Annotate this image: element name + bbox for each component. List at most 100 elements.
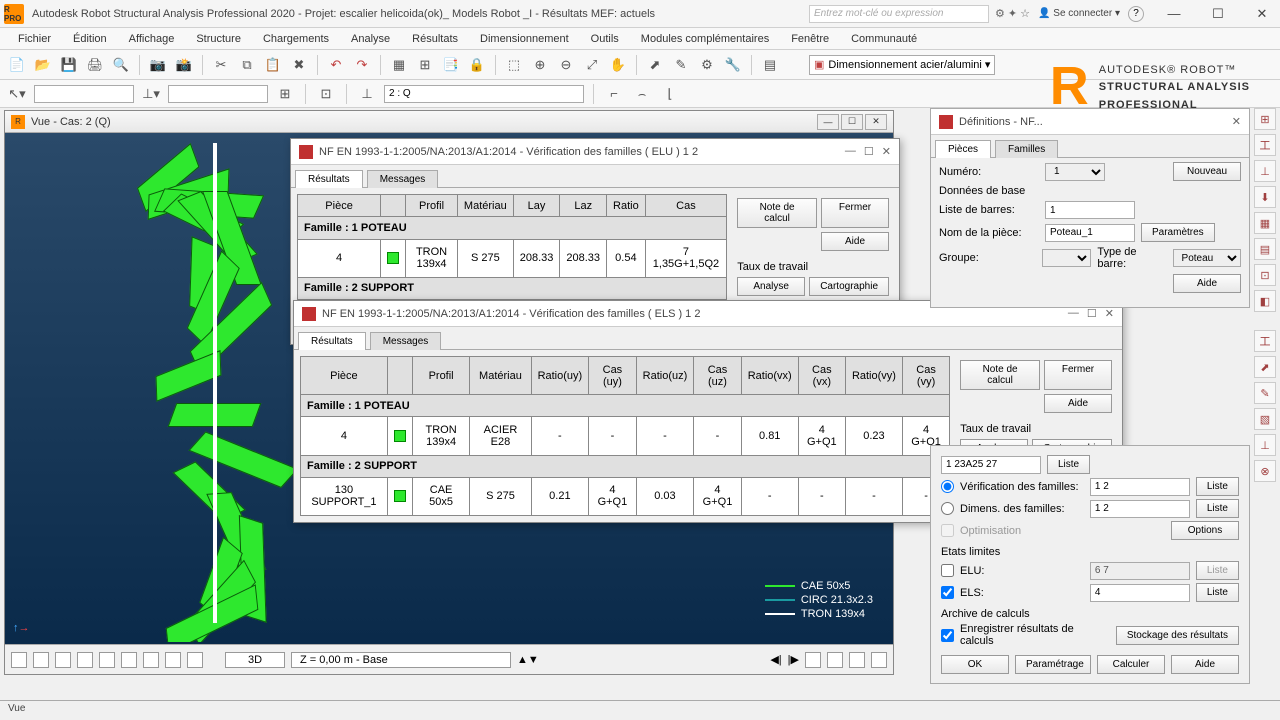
tab-results[interactable]: Résultats <box>298 332 366 350</box>
node-icon[interactable]: ⊥▾ <box>140 83 162 105</box>
layout-combo[interactable]: ▣Dimensionnement acier/alumini ▾ <box>809 55 995 75</box>
menu-design[interactable]: Dimensionnement <box>470 31 579 47</box>
view-mode[interactable]: 3D <box>225 652 285 668</box>
nouveau-button[interactable]: Nouveau <box>1173 162 1241 181</box>
delete-icon[interactable]: ✖ <box>288 54 310 76</box>
vp-tool-icon[interactable] <box>77 652 93 668</box>
select-icon[interactable]: ⬈ <box>644 54 666 76</box>
col-ruy[interactable]: Ratio(uy) <box>531 357 589 395</box>
rt-icon[interactable]: 工 <box>1254 134 1276 156</box>
viewport-close-button[interactable]: ✕ <box>865 114 887 130</box>
vp-tool-icon[interactable] <box>165 652 181 668</box>
col-cvx[interactable]: Cas (vx) <box>798 357 845 395</box>
pan-icon[interactable]: ✋ <box>607 54 629 76</box>
camera-icon[interactable]: 📸 <box>173 54 195 76</box>
report-icon[interactable]: 📑 <box>440 54 462 76</box>
maximize-button[interactable]: ☐ <box>1204 6 1232 22</box>
wrench-icon[interactable]: 🔧 <box>722 54 744 76</box>
dlg-max-icon[interactable]: ☐ <box>864 145 874 158</box>
paste-icon[interactable]: 📋 <box>262 54 284 76</box>
options-button[interactable]: Options <box>1171 521 1239 540</box>
menu-view[interactable]: Affichage <box>119 31 185 47</box>
vp-tool-icon[interactable] <box>187 652 203 668</box>
col-rvx[interactable]: Ratio(vx) <box>741 357 798 395</box>
menu-file[interactable]: Fichier <box>8 31 61 47</box>
rt-icon[interactable]: ⊥ <box>1254 434 1276 456</box>
col-cuy[interactable]: Cas (uy) <box>589 357 636 395</box>
dlg-min-icon[interactable]: — <box>1068 307 1079 320</box>
section-icon[interactable]: ⊡ <box>315 83 337 105</box>
print-icon[interactable]: 🖨 <box>84 54 106 76</box>
load-icon[interactable]: ⊥ <box>356 83 378 105</box>
groupe-select[interactable] <box>1042 249 1091 267</box>
type-select[interactable]: Poteau <box>1173 249 1241 267</box>
cursor-icon[interactable]: ↖▾ <box>6 83 28 105</box>
aide-button[interactable]: Aide <box>821 232 889 251</box>
elu-titlebar[interactable]: NF EN 1993-1-1:2005/NA:2013/A1:2014 - Vé… <box>291 139 899 165</box>
col-profil[interactable]: Profil <box>412 357 470 395</box>
rt-icon[interactable]: ⊥ <box>1254 160 1276 182</box>
tab-results[interactable]: Résultats <box>295 170 363 188</box>
dlg-close-icon[interactable]: ✕ <box>882 145 891 158</box>
screenshot-icon[interactable]: 📷 <box>147 54 169 76</box>
signin-button[interactable]: 👤 Se connecter ▾ <box>1038 8 1120 19</box>
menu-tools[interactable]: Outils <box>581 31 629 47</box>
table-row[interactable]: 130 SUPPORT_1 CAE 50x5S 275 0.214 G+Q1 0… <box>301 477 950 515</box>
elu-checkbox[interactable] <box>941 564 954 577</box>
select-nodes-input[interactable] <box>168 85 268 103</box>
rt-icon[interactable]: ⬈ <box>1254 356 1276 378</box>
verif-input[interactable] <box>1090 478 1190 496</box>
z-level[interactable]: Z = 0,00 m - Base <box>291 652 511 668</box>
scroll-right-icon[interactable]: |▶ <box>788 653 799 666</box>
zoom-window-icon[interactable]: ⬚ <box>503 54 525 76</box>
col-materiau[interactable]: Matériau <box>457 195 513 217</box>
col-ruz[interactable]: Ratio(uz) <box>636 357 694 395</box>
aide-button[interactable]: Aide <box>1173 274 1241 293</box>
menu-window[interactable]: Fenêtre <box>781 31 839 47</box>
vp-tool-icon[interactable] <box>143 652 159 668</box>
liste-button[interactable]: Liste <box>1196 583 1239 602</box>
lock-icon[interactable]: 🔒 <box>466 54 488 76</box>
numero-select[interactable]: 1 <box>1045 163 1105 181</box>
rt-icon[interactable]: ⊗ <box>1254 460 1276 482</box>
table-row[interactable]: 4 TRON 139x4S 275 208.33208.33 0.547 1,3… <box>298 239 727 277</box>
select-bars-input[interactable] <box>34 85 134 103</box>
viewport-max-button[interactable]: ☐ <box>841 114 863 130</box>
open-icon[interactable]: 📂 <box>32 54 54 76</box>
els-input[interactable] <box>1090 584 1190 602</box>
menu-structure[interactable]: Structure <box>186 31 251 47</box>
rt-icon[interactable]: 工 <box>1254 330 1276 352</box>
tab-messages[interactable]: Messages <box>367 170 439 188</box>
viewport-min-button[interactable]: — <box>817 114 839 130</box>
zoom-in-icon[interactable]: ⊕ <box>529 54 551 76</box>
menu-loadings[interactable]: Chargements <box>253 31 339 47</box>
col-profil[interactable]: Profil <box>406 195 458 217</box>
fermer-button[interactable]: Fermer <box>1044 360 1112 390</box>
tab-messages[interactable]: Messages <box>370 332 442 350</box>
col-materiau[interactable]: Matériau <box>470 357 531 395</box>
tab-familles[interactable]: Familles <box>995 140 1058 158</box>
col-lay[interactable]: Lay <box>513 195 560 217</box>
minimize-button[interactable]: — <box>1160 6 1188 22</box>
liste-button[interactable]: Liste <box>1196 477 1239 496</box>
defl-icon[interactable]: ⌐ <box>603 83 625 105</box>
rt-icon[interactable]: ⊞ <box>1254 108 1276 130</box>
menu-results[interactable]: Résultats <box>402 31 468 47</box>
rt-icon[interactable]: ▦ <box>1254 212 1276 234</box>
redo-icon[interactable]: ↷ <box>351 54 373 76</box>
note-button[interactable]: Note de calcul <box>737 198 817 228</box>
analyse-button[interactable]: Analyse <box>737 277 805 296</box>
col-piece[interactable]: Pièce <box>298 195 381 217</box>
table-icon[interactable]: ⊞ <box>414 54 436 76</box>
dlg-max-icon[interactable]: ☐ <box>1087 307 1097 320</box>
vp-tool-icon[interactable] <box>849 652 865 668</box>
cut-icon[interactable]: ✂ <box>210 54 232 76</box>
tab-pieces[interactable]: Pièces <box>935 140 991 158</box>
enreg-checkbox[interactable] <box>941 629 954 642</box>
rt-icon[interactable]: ⊡ <box>1254 264 1276 286</box>
col-ratio[interactable]: Ratio <box>607 195 646 217</box>
stockage-button[interactable]: Stockage des résultats <box>1116 626 1239 645</box>
dims-input[interactable] <box>1090 500 1190 518</box>
table-row[interactable]: 4 TRON 139x4ACIER E28 -- -- 0.814 G+Q1 0… <box>301 417 950 455</box>
col-laz[interactable]: Laz <box>560 195 607 217</box>
